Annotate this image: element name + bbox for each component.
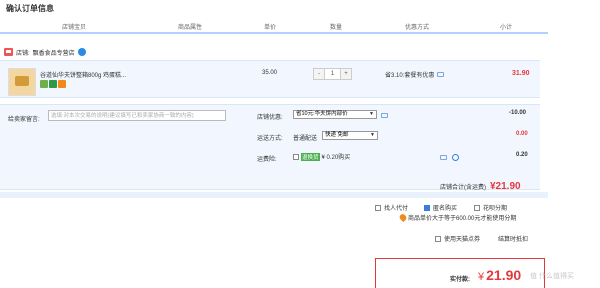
- col-subtotal: 小计: [500, 25, 513, 31]
- item-row: [0, 60, 540, 98]
- tmall-points-checkbox[interactable]: [435, 235, 441, 242]
- insurance-tag: 退换货: [301, 152, 320, 161]
- store-label: 店铺:: [16, 50, 30, 57]
- promo-info: 省3.10:套餐有优惠: [385, 70, 445, 79]
- col-discount: 优惠方式: [405, 25, 430, 31]
- product-thumbnail[interactable]: [8, 68, 36, 96]
- insurance-price: ¥ 0.20购买: [321, 155, 351, 161]
- anonymous-option[interactable]: 匿名购买: [424, 203, 457, 212]
- qty-input[interactable]: 1: [324, 69, 341, 79]
- col-unit-price: 单价: [264, 25, 277, 31]
- coupon-info-icon[interactable]: [381, 113, 388, 118]
- location-pin-icon: [398, 212, 408, 223]
- store-row: 店铺: 飘香食品专营店: [4, 46, 86, 58]
- chevron-down-icon: ▼: [370, 132, 375, 138]
- proxy-pay-label: 找人代付: [384, 206, 409, 212]
- store-icon: [4, 48, 13, 56]
- anonymous-label: 匿名购买: [433, 206, 458, 212]
- credit-card-icon: [58, 80, 66, 88]
- shipping-select-value: 快递 免邮: [325, 132, 349, 138]
- seller-message-input[interactable]: 选填:对本次交易的说明(建议填写已和卖家协商一致的内容): [48, 110, 226, 121]
- insurance-checkbox[interactable]: [293, 153, 299, 160]
- store-total-label: 店铺合计(含运费): [440, 185, 486, 191]
- promo-detail-icon[interactable]: [437, 72, 445, 77]
- installment-option[interactable]: 花呗分期: [474, 203, 507, 212]
- store-total-amount: ¥21.90: [490, 181, 521, 192]
- watermark: 值 什么值得买: [530, 273, 574, 280]
- coupon-select[interactable]: 省10元:华夫饼内部价 ▼: [293, 110, 377, 119]
- tmall-points-option[interactable]: 使用天猫点券: [435, 234, 480, 243]
- settle-by-text: 结算时抵扣: [498, 237, 529, 243]
- store-name-link[interactable]: 飘香食品专营店: [33, 48, 75, 57]
- insurance-chat-icon[interactable]: [440, 155, 447, 160]
- table-header: 店铺宝贝 商品属性 单价 数量 优惠方式 小计: [0, 18, 548, 34]
- insurance-label: 运费险:: [257, 157, 277, 163]
- coupon-select-value: 省10元:华夫饼内部价: [296, 111, 348, 117]
- quantity-stepper: - 1 +: [313, 68, 352, 80]
- proxy-pay-checkbox[interactable]: [375, 204, 381, 211]
- proxy-pay-option[interactable]: 找人代付: [375, 203, 408, 212]
- product-title-link[interactable]: 谷道仙华夫饼整箱800g 鸡蛋糕...: [40, 70, 160, 79]
- installment-checkbox[interactable]: [474, 204, 480, 211]
- qty-minus-button[interactable]: -: [314, 69, 324, 79]
- chevron-down-icon: ▼: [369, 111, 374, 117]
- coupon-amount: -10.00: [509, 110, 527, 116]
- anonymous-checkbox[interactable]: [424, 204, 430, 211]
- installment-note-text: 商品单价大于等于600.00元才能使用分期: [408, 216, 517, 222]
- coupon-label: 店铺优惠:: [257, 115, 283, 121]
- promo-text: 省3.10:套餐有优惠: [385, 73, 435, 79]
- shipping-label: 运送方式:: [257, 136, 283, 142]
- shipping-select[interactable]: 快递 免邮 ▼: [322, 131, 378, 140]
- tmall-points-label: 使用天猫点券: [444, 237, 481, 243]
- col-quantity: 数量: [330, 25, 343, 31]
- shipping-method-text: 普通配送: [293, 136, 318, 142]
- final-amount-value: 21.90: [486, 267, 522, 283]
- col-store-items: 店铺宝贝: [62, 25, 87, 31]
- store-total: 店铺合计(含运费) ¥21.90: [440, 181, 521, 192]
- guarantee-icon: [49, 80, 57, 88]
- qty-plus-button[interactable]: +: [341, 69, 351, 79]
- final-payment-amount: ¥ 21.90: [478, 267, 521, 283]
- col-attributes: 商品属性: [178, 25, 203, 31]
- unit-price: 35.00: [262, 70, 278, 76]
- seven-day-return-icon: [40, 80, 48, 88]
- installment-note: 商品单价大于等于600.00元才能使用分期: [398, 212, 517, 223]
- section-divider: [0, 192, 548, 198]
- wangwang-chat-icon[interactable]: [77, 48, 86, 56]
- currency-symbol: ¥: [478, 271, 485, 283]
- service-badges: [40, 80, 66, 88]
- help-icon[interactable]: [452, 154, 459, 161]
- final-payment-label: 实付款:: [450, 277, 470, 283]
- insurance-amount: 0.20: [516, 152, 528, 158]
- item-subtotal: 31.90: [512, 70, 530, 77]
- page-title: 确认订单信息: [6, 4, 54, 13]
- insurance-option: 退换货 ¥ 0.20购买: [293, 152, 350, 161]
- shipping-amount: 0.00: [516, 131, 528, 137]
- installment-label: 花呗分期: [483, 206, 508, 212]
- message-label: 给卖家留言:: [8, 117, 40, 123]
